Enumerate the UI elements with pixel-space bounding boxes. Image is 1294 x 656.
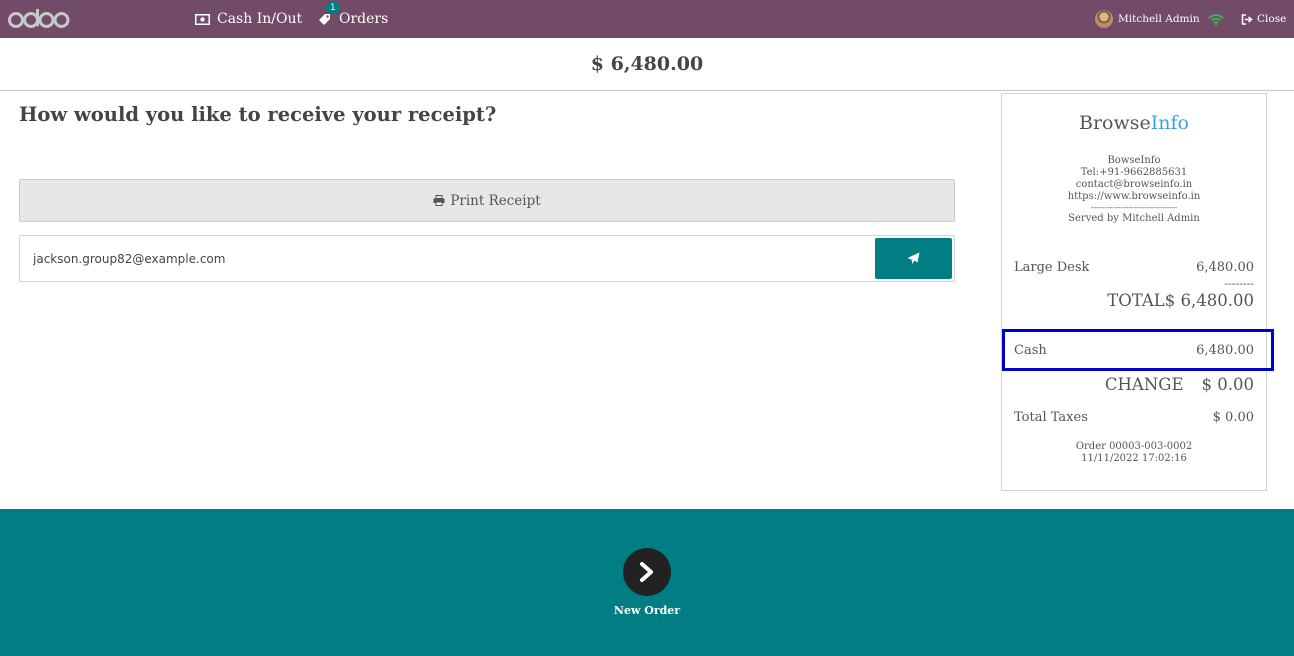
payment-amount: 6,480.00: [1196, 343, 1254, 358]
user-name: Mitchell Admin: [1118, 13, 1200, 25]
paper-plane-icon: [907, 252, 920, 264]
change-label: CHANGE: [1104, 375, 1184, 394]
line-item-name: Large Desk: [1014, 260, 1090, 275]
cash-in-out-label: Cash In/Out: [217, 11, 303, 27]
sign-out-icon: [1241, 13, 1253, 25]
taxes-label: Total Taxes: [1014, 410, 1088, 425]
company-name: BowseInfo: [1107, 155, 1161, 166]
top-bar: Cash In/Out 1 Orders Mitchell Admin Clos…: [0, 0, 1294, 38]
send-email-button[interactable]: [875, 238, 952, 279]
total-dashes: --------: [1224, 277, 1254, 290]
email-receipt-form: [19, 235, 955, 282]
receipt-preview: BrowseInfo BowseInfo Tel:+91-9662885631 …: [1001, 93, 1274, 491]
separator: --------------------------------: [1090, 203, 1178, 212]
served-by: Served by Mitchell Admin: [1068, 213, 1200, 224]
change-value: $ 0.00: [1201, 375, 1254, 394]
company-tel: Tel:+91-9662885631: [1080, 167, 1188, 178]
order-info: Order 00003-003-0002 11/11/2022 17:02:16: [1002, 441, 1266, 465]
new-order-label: New Order: [613, 604, 681, 617]
order-ref: Order 00003-003-0002: [1075, 441, 1193, 452]
company-info: BowseInfo Tel:+91-9662885631 contact@bro…: [1002, 155, 1266, 225]
total-label: TOTAL: [1107, 291, 1165, 310]
orders-label: Orders: [339, 11, 389, 27]
receipt-question: How would you like to receive your recei…: [19, 103, 497, 126]
orders-button[interactable]: 1 Orders: [318, 0, 388, 38]
total-value: $ 6,480.00: [1164, 291, 1254, 310]
email-input[interactable]: [20, 236, 870, 281]
user-menu[interactable]: Mitchell Admin: [1095, 0, 1200, 38]
line-item-amount: 6,480.00: [1196, 260, 1254, 275]
bottom-bar: New Order: [0, 509, 1294, 656]
orders-count-badge: 1: [326, 2, 340, 14]
order-total: $ 6,480.00: [0, 38, 1294, 91]
taxes-line: Total Taxes $ 0.00: [1014, 410, 1254, 425]
receipt-brand: BrowseInfo: [1002, 112, 1266, 134]
change-line: CHANGE $ 0.00: [1014, 375, 1254, 394]
payment-line: Cash 6,480.00: [1014, 343, 1254, 358]
payment-method: Cash: [1014, 343, 1047, 358]
brand-main: Browse: [1079, 112, 1151, 134]
money-icon: [195, 13, 210, 25]
new-order-button[interactable]: [623, 548, 671, 596]
order-date: 11/11/2022 17:02:16: [1081, 453, 1187, 464]
odoo-logo: [8, 8, 70, 33]
receipt-line-item: Large Desk 6,480.00: [1014, 260, 1254, 275]
taxes-value: $ 0.00: [1212, 410, 1254, 425]
avatar: [1095, 10, 1113, 28]
cash-in-out-button[interactable]: Cash In/Out: [195, 0, 302, 38]
print-receipt-button[interactable]: Print Receipt: [19, 179, 955, 222]
close-label: Close: [1257, 13, 1287, 25]
company-website: https://www.browseinfo.in: [1067, 191, 1201, 202]
wifi-icon: [1208, 11, 1224, 30]
print-icon: [433, 195, 445, 206]
company-email: contact@browseinfo.in: [1075, 179, 1193, 190]
print-receipt-label: Print Receipt: [450, 192, 541, 209]
tag-icon: 1: [318, 2, 340, 26]
receipt-total: TOTAL $ 6,480.00: [1014, 291, 1254, 310]
chevron-right-icon: [640, 562, 653, 582]
brand-accent: Info: [1150, 112, 1189, 134]
close-button[interactable]: Close: [1241, 0, 1286, 38]
